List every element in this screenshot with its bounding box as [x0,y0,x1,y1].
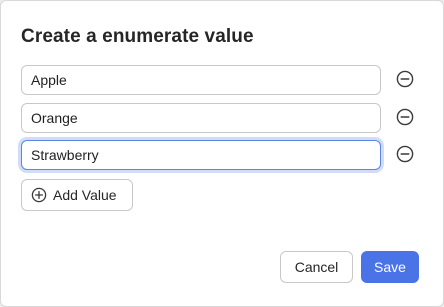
value-input-1[interactable] [21,65,381,95]
save-button[interactable]: Save [361,251,419,283]
remove-value-3-button[interactable] [395,144,415,164]
create-enum-dialog: Create a enumerate value Apple Orange St… [0,0,444,307]
minus-circle-icon [395,107,415,127]
value-input-2[interactable] [21,103,381,133]
add-value-label: Add Value [53,187,117,203]
plus-circle-icon [31,187,47,203]
value-input-3[interactable] [21,140,381,170]
value-row [21,140,425,172]
remove-value-2-button[interactable] [395,107,415,127]
remove-value-1-button[interactable] [395,69,415,89]
value-row [21,65,425,97]
minus-circle-icon [395,144,415,164]
minus-circle-icon [395,69,415,89]
add-value-button[interactable]: Add Value [21,179,133,211]
cancel-button[interactable]: Cancel [280,251,353,283]
dialog-title: Create a enumerate value [21,26,254,47]
value-row [21,103,425,135]
